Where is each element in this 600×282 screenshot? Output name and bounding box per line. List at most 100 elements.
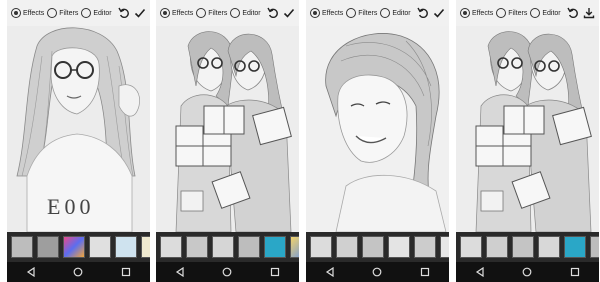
option-editor[interactable]: Editor — [380, 8, 411, 18]
home-icon[interactable] — [73, 267, 83, 277]
recents-icon[interactable] — [420, 267, 430, 277]
sketch-canvas[interactable] — [456, 26, 599, 232]
recents-icon[interactable] — [570, 267, 580, 277]
back-icon[interactable] — [475, 267, 485, 277]
option-filters[interactable]: Filters — [196, 8, 227, 18]
radio-effects[interactable] — [310, 8, 320, 18]
option-filters-label: Filters — [59, 9, 79, 17]
effects-thumbnail-strip[interactable] — [7, 232, 150, 262]
radio-effects[interactable] — [460, 8, 470, 18]
option-editor[interactable]: Editor — [230, 8, 261, 18]
effects-thumbnail-strip[interactable] — [456, 232, 599, 262]
radio-filters[interactable] — [346, 8, 357, 18]
effect-thumbnail[interactable] — [388, 236, 410, 258]
radio-filters[interactable] — [47, 8, 58, 18]
effect-thumbnail[interactable] — [486, 236, 508, 258]
option-filters-label: Filters — [208, 9, 228, 17]
back-icon[interactable] — [175, 267, 185, 277]
effect-thumbnail[interactable] — [63, 236, 85, 258]
effect-thumbnail[interactable] — [310, 236, 332, 258]
option-effects-label: Effects — [23, 9, 45, 17]
recents-icon[interactable] — [270, 267, 280, 277]
android-nav-bar — [306, 262, 449, 282]
effect-thumbnail[interactable] — [11, 236, 33, 258]
check-icon[interactable] — [282, 5, 295, 21]
effect-thumbnail[interactable] — [115, 236, 137, 258]
effect-thumbnail[interactable] — [460, 236, 482, 258]
effect-thumbnail[interactable] — [37, 236, 59, 258]
option-editor-label: Editor — [542, 9, 561, 17]
undo-icon[interactable] — [267, 5, 280, 21]
home-icon[interactable] — [222, 267, 232, 277]
phone-screen-2: Effects Filters Editor — [156, 0, 299, 282]
undo-icon[interactable] — [118, 5, 131, 21]
effect-thumbnail[interactable] — [238, 236, 260, 258]
check-icon[interactable] — [133, 5, 146, 21]
radio-editor[interactable] — [530, 8, 541, 18]
android-nav-bar — [156, 262, 299, 282]
option-filters-label: Filters — [508, 9, 528, 17]
radio-editor[interactable] — [81, 8, 92, 18]
sketch-canvas[interactable] — [306, 26, 449, 232]
android-nav-bar — [7, 262, 150, 282]
sketch-image — [456, 26, 599, 232]
effect-thumbnail[interactable] — [414, 236, 436, 258]
option-effects-label: Effects — [172, 9, 194, 17]
option-filters[interactable]: Filters — [496, 8, 527, 18]
radio-editor[interactable] — [380, 8, 391, 18]
sketch-canvas[interactable]: E00 — [7, 26, 150, 232]
option-filters-label: Filters — [358, 9, 378, 17]
effects-thumbnail-strip[interactable] — [156, 232, 299, 262]
option-filters[interactable]: Filters — [346, 8, 377, 18]
home-icon[interactable] — [522, 267, 532, 277]
radio-effects[interactable] — [160, 8, 170, 18]
phone-screen-3: Effects Filters Editor — [306, 0, 449, 282]
phone-screen-4: Effects Filters Editor — [456, 0, 599, 282]
option-effects[interactable]: Effects — [11, 8, 44, 18]
option-effects[interactable]: Effects — [310, 8, 343, 18]
option-effects[interactable]: Effects — [160, 8, 193, 18]
sketch-image — [156, 26, 299, 232]
top-toolbar: Effects Filters Editor — [306, 0, 449, 26]
home-icon[interactable] — [372, 267, 382, 277]
effect-thumbnail[interactable] — [89, 236, 111, 258]
effect-thumbnail[interactable] — [362, 236, 384, 258]
radio-filters[interactable] — [496, 8, 507, 18]
effect-thumbnail[interactable] — [564, 236, 586, 258]
option-effects-label: Effects — [322, 9, 344, 17]
back-icon[interactable] — [325, 267, 335, 277]
effect-thumbnail[interactable] — [512, 236, 534, 258]
option-filters[interactable]: Filters — [47, 8, 78, 18]
sketch-canvas[interactable] — [156, 26, 299, 232]
radio-filters[interactable] — [196, 8, 207, 18]
effects-thumbnail-strip[interactable] — [306, 232, 449, 262]
option-editor-label: Editor — [93, 9, 112, 17]
option-effects-label: Effects — [472, 9, 494, 17]
radio-editor[interactable] — [230, 8, 241, 18]
effect-thumbnail[interactable] — [141, 236, 150, 258]
phone-screen-1: Effects Filters Editor E00 — [7, 0, 150, 282]
top-toolbar: Effects Filters Editor — [7, 0, 150, 26]
effect-thumbnail[interactable] — [440, 236, 449, 258]
undo-icon[interactable] — [417, 5, 430, 21]
back-icon[interactable] — [26, 267, 36, 277]
effect-thumbnail[interactable] — [336, 236, 358, 258]
effect-thumbnail[interactable] — [186, 236, 208, 258]
effect-thumbnail[interactable] — [290, 236, 299, 258]
effect-thumbnail[interactable] — [160, 236, 182, 258]
effect-thumbnail[interactable] — [590, 236, 599, 258]
effect-thumbnail[interactable] — [264, 236, 286, 258]
check-icon[interactable] — [432, 5, 445, 21]
option-editor-label: Editor — [242, 9, 261, 17]
option-editor[interactable]: Editor — [81, 8, 112, 18]
radio-effects[interactable] — [11, 8, 21, 18]
effect-thumbnail[interactable] — [538, 236, 560, 258]
effect-thumbnail[interactable] — [212, 236, 234, 258]
option-effects[interactable]: Effects — [460, 8, 493, 18]
shirt-print-text: E00 — [47, 194, 95, 219]
undo-icon[interactable] — [567, 5, 580, 21]
android-nav-bar — [456, 262, 599, 282]
download-icon[interactable] — [582, 5, 595, 21]
recents-icon[interactable] — [121, 267, 131, 277]
option-editor[interactable]: Editor — [530, 8, 561, 18]
